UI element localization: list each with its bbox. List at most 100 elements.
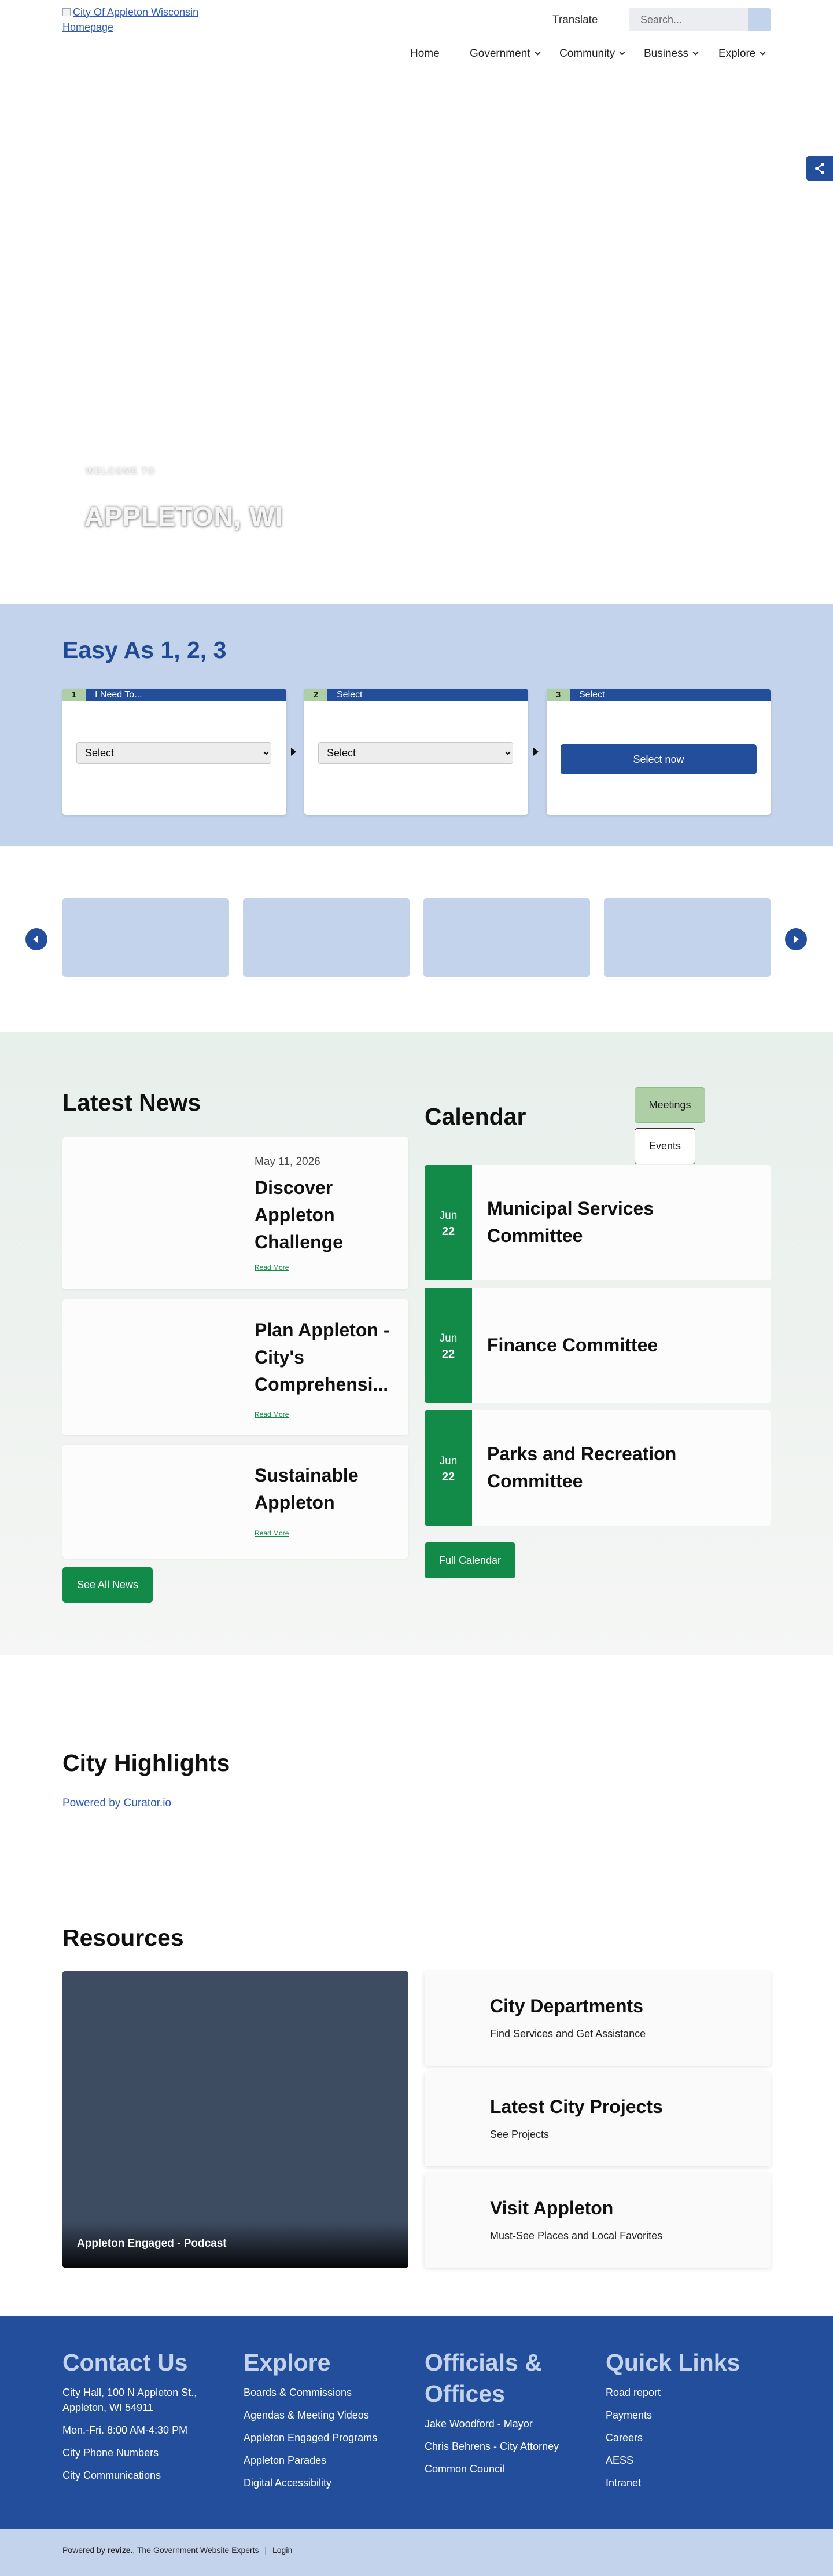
nav-explore[interactable]: Explore [718, 47, 766, 60]
hero-title: APPLETON, WI [84, 501, 283, 531]
highlights-title: City Highlights [62, 1750, 230, 1776]
footer-link[interactable]: Common Council [425, 2461, 575, 2476]
powered-prefix: Powered by [62, 2545, 105, 2555]
step-2-select[interactable]: Select [318, 742, 513, 764]
event-month: Jun [439, 1210, 458, 1222]
revize-link[interactable]: revize. [108, 2545, 133, 2555]
resource-title: Latest City Projects [490, 2096, 663, 2117]
news-card[interactable]: Plan Appleton - City's Comprehensi... Re… [62, 1299, 408, 1435]
nav-label: Community [559, 47, 615, 60]
step-2-card: 2 Select Select [304, 689, 528, 815]
footer-link[interactable]: Payments [606, 2408, 773, 2423]
arrow-right-icon [794, 936, 799, 943]
news-headline: Sustainable Appleton [255, 1465, 359, 1513]
easy-title: Easy As 1, 2, 3 [62, 637, 227, 663]
logo-alt-text: City Of Appleton Wisconsin Homepage [62, 6, 199, 33]
step-3-card: 3 Select Select now [547, 689, 771, 815]
footer-link[interactable]: Appleton Engaged Programs [244, 2430, 411, 2445]
footer-link[interactable]: AESS [606, 2453, 773, 2468]
resource-card[interactable]: Visit Appleton Must-See Places and Local… [425, 2173, 771, 2268]
step-label: I Need To... [95, 690, 142, 700]
news-card[interactable]: Sustainable Appleton Read More [62, 1445, 408, 1559]
event-date-block: Jun 22 [425, 1410, 472, 1526]
footer-link[interactable]: City Communications [62, 2468, 230, 2483]
share-button[interactable] [806, 156, 833, 181]
footer-link[interactable]: City Phone Numbers [62, 2445, 230, 2460]
carousel-slide[interactable] [604, 898, 771, 977]
hours-text: Mon.-Fri. 8:00 AM-4:30 PM [62, 2424, 188, 2436]
read-more-link[interactable]: Read More [255, 1410, 289, 1419]
step-1-select[interactable]: Select [76, 742, 271, 764]
nav-label: Explore [718, 47, 756, 60]
footer-link[interactable]: Digital Accessibility [244, 2475, 411, 2490]
resource-subtitle: See Projects [490, 2129, 550, 2140]
footer-link[interactable]: Agendas & Meeting Videos [244, 2408, 411, 2423]
calendar-event[interactable]: Jun 22 Finance Committee [425, 1288, 771, 1403]
select-now-button[interactable]: Select now [561, 744, 757, 774]
event-day: 22 [441, 1225, 455, 1238]
resource-card[interactable]: Latest City Projects See Projects [425, 2072, 771, 2166]
resource-card[interactable]: City Departments Find Services and Get A… [425, 1971, 771, 2066]
news-card[interactable]: May 11, 2026 Discover Appleton Challenge… [62, 1137, 408, 1289]
carousel-next-button[interactable] [785, 928, 807, 950]
nav-home[interactable]: Home [410, 47, 440, 60]
nav-community[interactable]: Community [559, 47, 625, 60]
powered-suffix: The Government Website Experts [137, 2545, 259, 2555]
translate-link[interactable]: Translate [552, 14, 598, 27]
read-more-link[interactable]: Read More [255, 1263, 289, 1272]
news-date: May 11, 2026 [255, 1156, 320, 1168]
footer-link[interactable]: Jake Woodford - Mayor [425, 2416, 575, 2431]
chevron-down-icon [535, 49, 540, 56]
footer-link[interactable]: Chris Behrens - City Attorney [425, 2439, 575, 2454]
footer-link[interactable]: Road report [606, 2385, 773, 2400]
carousel-slide[interactable] [62, 898, 229, 977]
read-more-link[interactable]: Read More [255, 1529, 289, 1537]
full-calendar-button[interactable]: Full Calendar [425, 1542, 515, 1578]
broken-image-icon [62, 8, 71, 16]
step-number: 2 [304, 689, 327, 701]
footer-link[interactable]: Appleton Parades [244, 2453, 411, 2468]
chevron-down-icon [692, 49, 699, 56]
share-icon [815, 163, 824, 174]
event-date-block: Jun 22 [425, 1165, 472, 1280]
footer-heading: Explore [244, 2349, 331, 2376]
carousel-prev-button[interactable] [25, 928, 47, 950]
curator-link[interactable]: Powered by Curator.io [62, 1797, 171, 1810]
see-all-news-button[interactable]: See All News [62, 1567, 153, 1603]
carousel-slide[interactable] [423, 898, 590, 977]
nav-label: Business [644, 47, 689, 60]
nav-label: Government [470, 47, 530, 60]
search-input[interactable] [629, 8, 748, 31]
nav-government[interactable]: Government [470, 47, 540, 60]
arrow-left-icon [33, 936, 38, 943]
podcast-card[interactable]: Appleton Engaged - Podcast [62, 1971, 408, 2268]
site-logo-link[interactable]: City Of Appleton Wisconsin Homepage [62, 5, 236, 35]
nav-business[interactable]: Business [644, 47, 699, 60]
event-date-block: Jun 22 [425, 1288, 472, 1403]
calendar-event[interactable]: Jun 22 Municipal Services Committee [425, 1165, 771, 1280]
footer-quick-links: Quick Links Road report Payments Careers… [606, 2347, 773, 2490]
calendar-event[interactable]: Jun 22 Parks and Recreation Committee [425, 1410, 771, 1526]
news-title: Latest News [62, 1089, 201, 1116]
event-day: 22 [441, 1348, 455, 1361]
footer-explore: Explore Boards & Commissions Agendas & M… [244, 2347, 411, 2490]
event-title: Parks and Recreation Committee [487, 1443, 677, 1491]
resource-subtitle: Must-See Places and Local Favorites [490, 2230, 663, 2241]
footer-heading: Contact Us [62, 2349, 188, 2376]
tab-meetings[interactable]: Meetings [635, 1087, 705, 1123]
tab-events[interactable]: Events [635, 1128, 695, 1164]
carousel-slide[interactable] [243, 898, 410, 977]
footer-link[interactable]: Careers [606, 2430, 773, 2445]
footer-link[interactable]: Boards & Commissions [244, 2385, 411, 2400]
hero-welcome: WELCOME TO [86, 466, 155, 476]
search-button[interactable] [748, 8, 771, 31]
address-line: City Hall, 100 N Appleton St., [62, 2387, 197, 2398]
footer-link[interactable]: Intranet [606, 2475, 773, 2490]
chevron-down-icon [619, 49, 625, 56]
step-1-card: 1 I Need To... Select [62, 689, 286, 815]
footer-contact: Contact Us City Hall, 100 N Appleton St.… [62, 2347, 230, 2483]
login-link[interactable]: Login [272, 2545, 292, 2555]
step-number: 3 [547, 689, 570, 701]
resource-title: City Departments [490, 1996, 643, 2016]
chevron-down-icon [760, 49, 766, 56]
